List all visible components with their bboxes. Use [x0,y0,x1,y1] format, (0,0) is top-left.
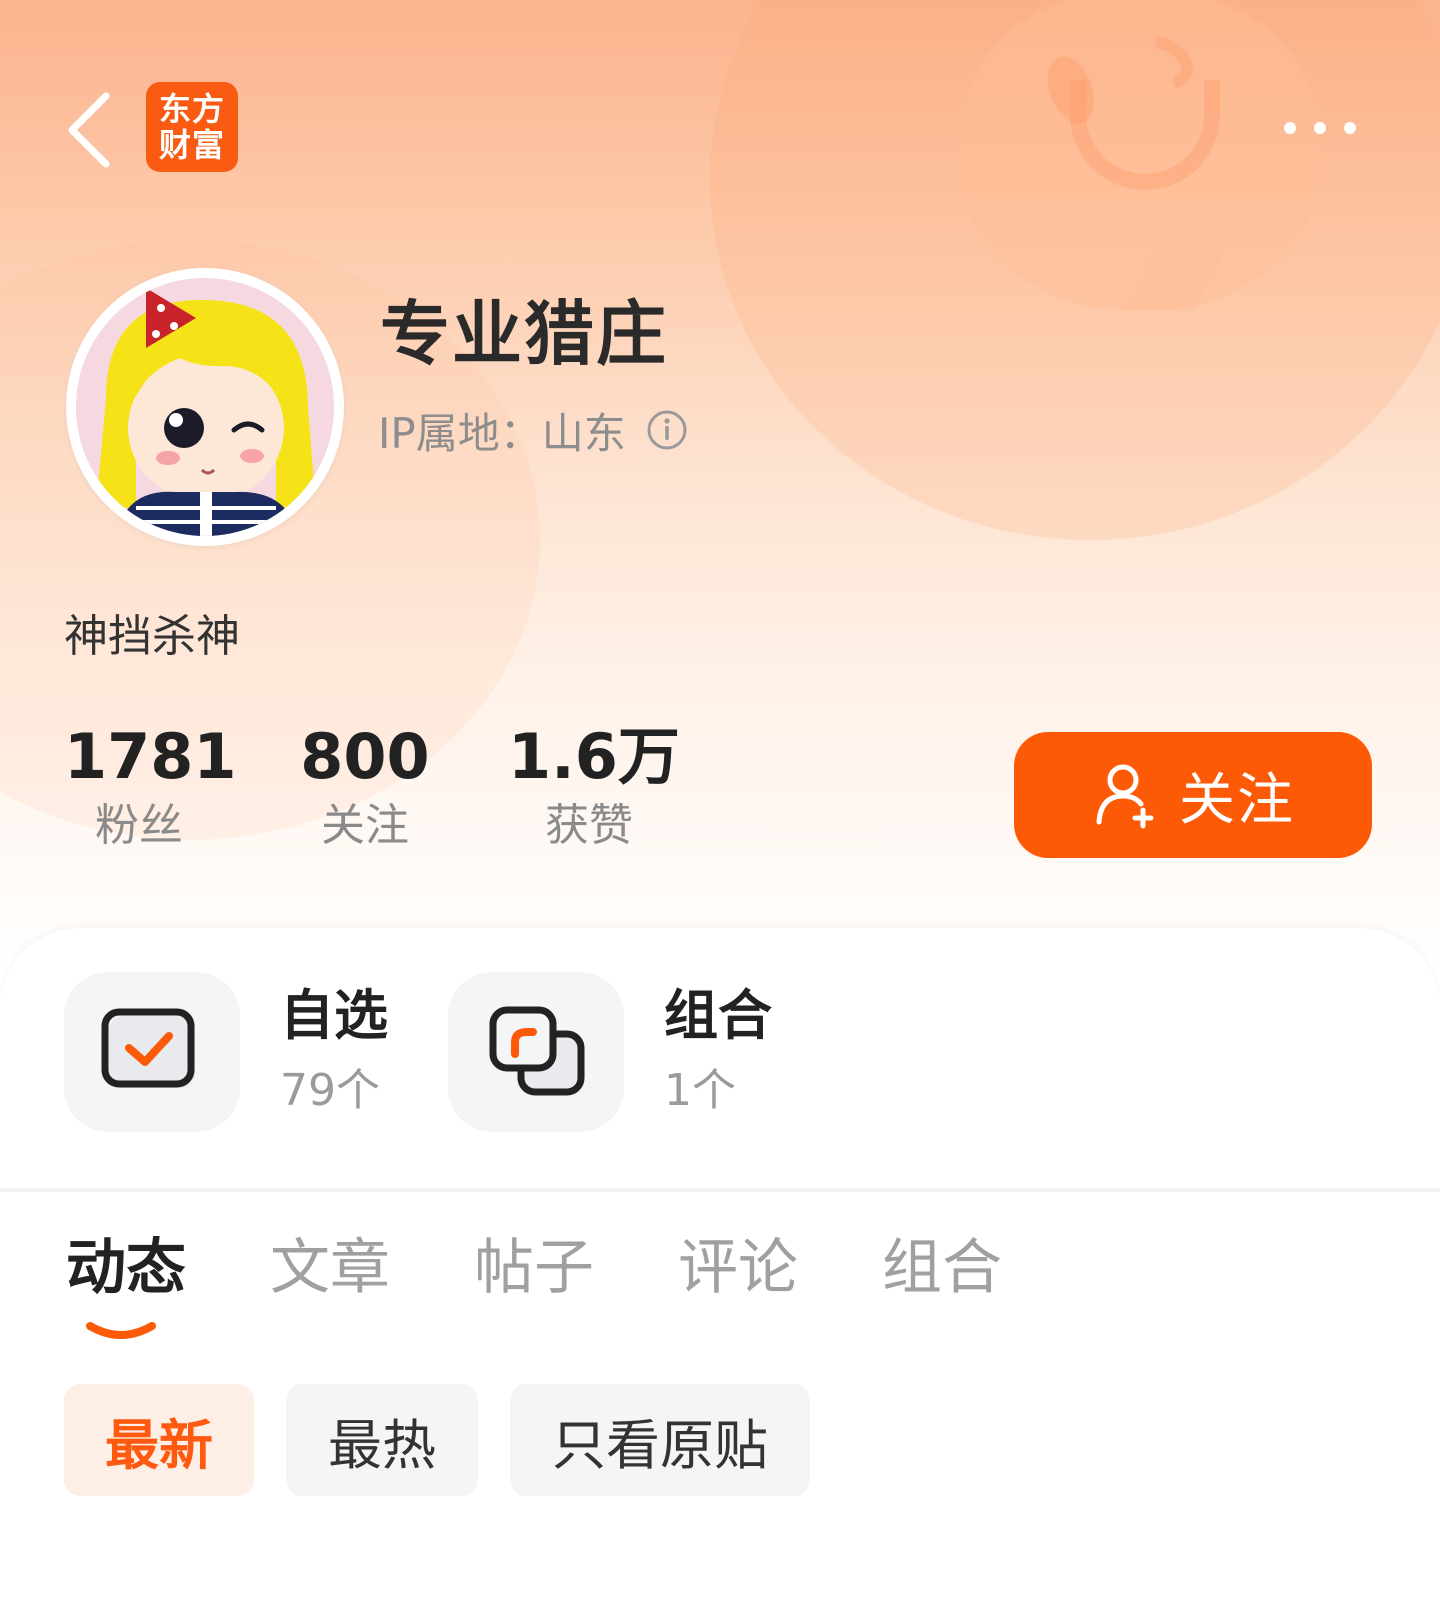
stat-label: 关注 [321,800,409,851]
content-tabs: 动态 文章 帖子 评论 组合 [66,1228,1086,1348]
quick-link-count: 1个 [664,1065,736,1116]
chevron-left-icon [68,92,110,168]
more-dots-icon [1284,122,1296,134]
filter-latest[interactable]: 最新 [64,1384,254,1496]
tab-posts[interactable]: 帖子 [474,1228,594,1348]
tab-portfolios[interactable]: 组合 [882,1228,1002,1348]
tab-label: 组合 [882,1233,1002,1303]
cartoon-avatar-illustration [76,278,334,536]
stat-value: 1781 [64,720,237,793]
stat-value: 800 [300,720,430,793]
tab-label: 评论 [678,1233,798,1303]
portfolio-icon [489,1006,585,1096]
avatar[interactable] [66,268,344,546]
stat-label: 粉丝 [95,800,183,851]
tab-comments[interactable]: 评论 [678,1228,798,1348]
filter-original-only[interactable]: 只看原贴 [510,1384,810,1496]
logo-text-line1: 东方 [158,90,225,128]
quick-link-title: 组合 [664,984,772,1047]
stat-followers[interactable]: 1781 粉丝 [64,720,237,856]
quick-link-count: 79个 [280,1065,380,1116]
watchlist-icon-tile [64,972,240,1132]
logo-text-line2: 财富 [158,126,225,164]
active-tab-indicator [86,1322,156,1339]
watchlist-check-icon [101,1008,195,1088]
stat-label: 获赞 [545,800,633,851]
tab-label: 文章 [270,1233,390,1303]
profile-bio: 神挡杀神 [64,611,240,662]
stat-likes[interactable]: 1.6万 获赞 [508,720,680,856]
quick-link-title: 自选 [280,984,388,1047]
tab-articles[interactable]: 文章 [270,1228,390,1348]
username: 专业猎庄 [380,293,668,375]
stat-following[interactable]: 800 关注 [300,720,430,856]
more-dots-icon [1344,122,1356,134]
back-button[interactable] [62,90,118,170]
watchlist-link[interactable]: 自选 79个 [64,972,388,1132]
add-user-icon [1096,764,1154,829]
portfolio-icon-tile [448,972,624,1132]
more-options-button[interactable] [1284,110,1364,146]
follow-button-label: 关注 [1179,767,1295,833]
info-icon[interactable] [646,409,688,451]
follow-button[interactable]: 关注 [1014,732,1372,858]
tab-label: 动态 [66,1233,186,1303]
more-dots-icon [1314,122,1326,134]
section-divider [0,1188,1440,1192]
portfolio-link[interactable]: 组合 1个 [448,972,772,1132]
avatar-image [76,278,334,536]
sort-filters: 最新 最热 只看原贴 [64,1384,810,1496]
ip-location-text: IP属地：山东 [378,408,626,458]
filter-hottest[interactable]: 最热 [286,1384,478,1496]
tab-dynamics[interactable]: 动态 [66,1228,186,1348]
tab-label: 帖子 [474,1233,594,1303]
stat-value: 1.6万 [508,720,680,793]
ip-location-row: IP属地：山东 [378,402,688,458]
eastmoney-logo: 东方 财富 [146,82,238,172]
